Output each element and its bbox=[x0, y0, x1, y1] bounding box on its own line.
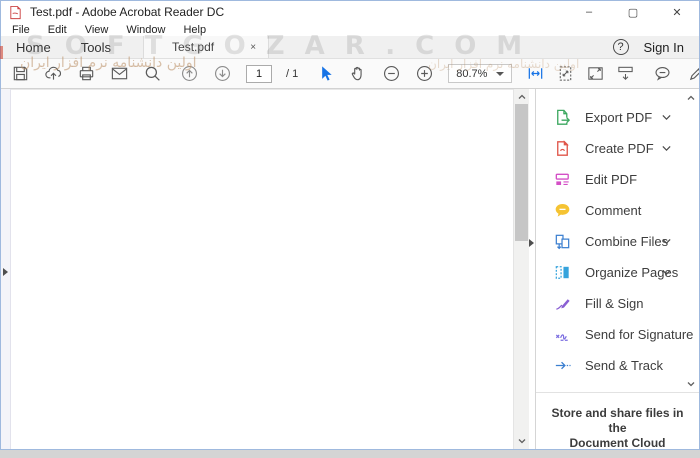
pdf-app-icon bbox=[8, 5, 23, 20]
sidebar-scroll-down-icon[interactable] bbox=[685, 378, 697, 390]
document-scrollbar[interactable] bbox=[513, 89, 529, 449]
chevron-down-icon bbox=[496, 71, 505, 76]
sidebar-item-edit-pdf[interactable]: Edit PDF bbox=[536, 164, 699, 195]
chevron-down-icon bbox=[660, 142, 673, 155]
send-track-icon bbox=[553, 356, 572, 375]
zoom-level-dropdown[interactable]: 80.7% bbox=[448, 64, 513, 83]
tabbar-right: ? Sign In bbox=[612, 36, 699, 58]
fit-width-icon[interactable] bbox=[526, 64, 545, 83]
tab-tools[interactable]: Tools bbox=[66, 36, 126, 58]
hand-tool-icon[interactable] bbox=[349, 64, 368, 83]
search-icon[interactable] bbox=[143, 64, 162, 83]
cloud-upload-icon[interactable] bbox=[44, 64, 63, 83]
next-page-icon[interactable] bbox=[213, 64, 232, 83]
document-cloud-panel: Store and share files in the Document Cl… bbox=[536, 392, 699, 449]
sidebar-item-label: Comment bbox=[585, 203, 642, 218]
scroll-up-icon[interactable] bbox=[514, 90, 529, 104]
file-tools-group bbox=[11, 64, 162, 83]
print-icon[interactable] bbox=[77, 64, 96, 83]
tab-close-icon[interactable]: × bbox=[250, 42, 256, 53]
help-icon[interactable]: ? bbox=[612, 39, 629, 55]
tab-document-label: Test.pdf bbox=[172, 40, 215, 54]
sidebar-item-label: Edit PDF bbox=[585, 172, 638, 187]
save-icon[interactable] bbox=[11, 64, 30, 83]
document-page[interactable] bbox=[11, 89, 513, 449]
export-pdf-icon bbox=[553, 108, 572, 127]
sidebar-item-combine-files[interactable]: Combine Files bbox=[536, 226, 699, 257]
tab-document[interactable]: Test.pdf × bbox=[143, 36, 270, 58]
fit-page-icon[interactable] bbox=[556, 64, 575, 83]
maximize-button[interactable]: ▢ bbox=[611, 1, 655, 23]
page-total-label: / 1 bbox=[286, 67, 299, 80]
sidebar-item-export-pdf[interactable]: Export PDF bbox=[536, 102, 699, 133]
page-number-input[interactable] bbox=[246, 64, 272, 83]
navigation-pane-toggle-icon[interactable] bbox=[3, 268, 8, 276]
window-bottom-edge bbox=[0, 450, 700, 458]
sidebar-item-comment[interactable]: Comment bbox=[536, 195, 699, 226]
send-signature-icon bbox=[553, 325, 572, 344]
chevron-down-icon bbox=[660, 235, 673, 248]
create-pdf-icon bbox=[553, 139, 572, 158]
page-nav-group: / 1 bbox=[180, 64, 298, 83]
window-controls: – ▢ ✕ bbox=[567, 1, 699, 23]
tools-pane-toggle-icon[interactable] bbox=[529, 239, 534, 247]
sidebar-item-label: Create PDF bbox=[585, 141, 654, 156]
select-tool-icon[interactable] bbox=[316, 64, 335, 83]
sidebar-item-send-for-signature[interactable]: Send for Signature bbox=[536, 319, 699, 350]
content-area: Export PDF Create PDF Edit PDF Comment C… bbox=[1, 89, 699, 449]
combine-files-icon bbox=[553, 232, 572, 251]
comment-bubble-icon[interactable] bbox=[653, 64, 672, 83]
comment-icon bbox=[553, 201, 572, 220]
cloud-promo-line1: Store and share files in the bbox=[551, 406, 684, 435]
zoom-out-icon[interactable] bbox=[382, 64, 401, 83]
menu-bar: File Edit View Window Help bbox=[1, 23, 699, 36]
chevron-down-icon bbox=[660, 111, 673, 124]
menu-file[interactable]: File bbox=[3, 24, 39, 36]
menu-help[interactable]: Help bbox=[174, 24, 215, 36]
edit-pdf-icon bbox=[553, 170, 572, 189]
scroll-down-icon[interactable] bbox=[514, 434, 529, 448]
minimize-button[interactable]: – bbox=[567, 1, 611, 23]
tools-sidebar: Export PDF Create PDF Edit PDF Comment C… bbox=[535, 89, 699, 449]
organize-pages-icon bbox=[553, 263, 572, 282]
annotate-group bbox=[653, 64, 699, 83]
sidebar-item-organize-pages[interactable]: Organize Pages bbox=[536, 257, 699, 288]
sidebar-item-send-track[interactable]: Send & Track bbox=[536, 350, 699, 381]
menu-edit[interactable]: Edit bbox=[39, 24, 76, 36]
menu-window[interactable]: Window bbox=[117, 24, 174, 36]
menu-view[interactable]: View bbox=[76, 24, 118, 36]
sidebar-item-label: Fill & Sign bbox=[585, 296, 644, 311]
sidebar-scroll-up-icon[interactable] bbox=[685, 92, 697, 104]
title-bar: Test.pdf - Adobe Acrobat Reader DC – ▢ ✕ bbox=[1, 1, 699, 23]
view-tools-group: 80.7% bbox=[316, 64, 513, 83]
tab-bar: Home Tools Test.pdf × ? Sign In bbox=[1, 36, 699, 59]
sidebar-item-fill-sign[interactable]: Fill & Sign bbox=[536, 288, 699, 319]
zoom-in-icon[interactable] bbox=[415, 64, 434, 83]
sidebar-item-label: Export PDF bbox=[585, 110, 653, 125]
scrollbar-thumb[interactable] bbox=[515, 104, 528, 241]
fit-tools-group bbox=[526, 64, 635, 83]
close-button[interactable]: ✕ bbox=[655, 1, 699, 23]
sidebar-item-label: Combine Files bbox=[585, 234, 669, 249]
sidebar-item-label: Send for Signature bbox=[585, 327, 694, 342]
sidebar-item-create-pdf[interactable]: Create PDF bbox=[536, 133, 699, 164]
tools-list: Export PDF Create PDF Edit PDF Comment C… bbox=[536, 89, 699, 381]
full-screen-icon[interactable] bbox=[586, 64, 605, 83]
highlight-pen-icon[interactable] bbox=[687, 64, 699, 83]
email-icon[interactable] bbox=[110, 64, 129, 83]
sidebar-item-label: Send & Track bbox=[585, 358, 664, 373]
chevron-down-icon bbox=[660, 266, 673, 279]
tab-home[interactable]: Home bbox=[1, 36, 66, 58]
zoom-level-value: 80.7% bbox=[456, 67, 488, 80]
previous-page-icon[interactable] bbox=[180, 64, 199, 83]
app-window: Test.pdf - Adobe Acrobat Reader DC – ▢ ✕… bbox=[0, 0, 700, 450]
window-title: Test.pdf - Adobe Acrobat Reader DC bbox=[30, 5, 225, 19]
fill-sign-icon bbox=[553, 294, 572, 313]
hide-toolbar-icon[interactable] bbox=[616, 64, 635, 83]
main-toolbar: / 1 bbox=[1, 59, 699, 89]
cloud-promo-line2: Document Cloud bbox=[569, 436, 666, 450]
sign-in-button[interactable]: Sign In bbox=[644, 40, 684, 55]
navigation-pane-strip bbox=[1, 89, 11, 449]
